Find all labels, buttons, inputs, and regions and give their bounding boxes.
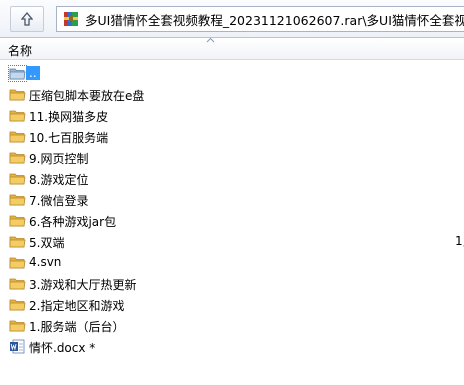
item-name: 9.网页控制 — [29, 152, 89, 166]
folder-row[interactable]: 11.换网猫多皮 — [0, 105, 464, 126]
folder-row[interactable]: 压缩包脚本要放在e盘 — [0, 84, 464, 105]
rar-archive-icon — [64, 12, 78, 26]
up-button[interactable] — [10, 6, 44, 32]
folder-icon — [9, 234, 26, 249]
folder-row[interactable]: 10.七百服务端 — [0, 126, 464, 147]
folder-icon — [9, 192, 26, 207]
archive-path: 多UI猎情怀全套视频教程_20231121062607.rar\多UI猫情怀全套… — [85, 12, 464, 28]
item-name: 4.svn — [29, 255, 62, 269]
address-bar[interactable]: 多UI猎情怀全套视频教程_20231121062607.rar\多UI猫情怀全套… — [56, 6, 464, 32]
column-name-header[interactable]: 名称 — [8, 42, 32, 59]
item-name: 5.双端 — [29, 236, 65, 250]
sort-up-icon — [206, 37, 215, 43]
toolbar: 多UI猎情怀全套视频教程_20231121062607.rar\多UI猫情怀全套… — [0, 0, 464, 38]
item-name: 2.指定地区和游戏 — [29, 299, 125, 313]
folder-row[interactable]: 4.svn — [0, 252, 464, 273]
item-name: 11.换网猫多皮 — [29, 110, 109, 124]
item-name: 1.服务端（后台） — [29, 320, 125, 334]
item-name: 压缩包脚本要放在e盘 — [29, 89, 145, 103]
folder-row[interactable]: 1.服务端（后台） — [0, 315, 464, 336]
folder-row[interactable]: 3.游戏和大厅热更新 — [0, 273, 464, 294]
folder-icon — [9, 276, 26, 291]
folder-row[interactable]: .. — [0, 63, 464, 84]
folder-row[interactable]: 2.指定地区和游戏 — [0, 294, 464, 315]
folder-row[interactable]: 7.微信登录 — [0, 189, 464, 210]
folder-icon — [9, 129, 26, 144]
file-row[interactable]: 情怀.docx * — [0, 336, 464, 357]
item-name: 情怀.docx * — [29, 341, 96, 355]
item-extra-info: 1, — [455, 234, 464, 248]
folder-icon — [9, 318, 26, 333]
folder-icon — [9, 255, 26, 270]
parent-folder-icon — [8, 65, 27, 82]
item-name: 6.各种游戏jar包 — [29, 215, 117, 229]
folder-icon — [9, 297, 26, 312]
folder-row[interactable]: 5.双端 1, — [0, 231, 464, 252]
folder-icon — [9, 87, 26, 102]
item-name: 3.游戏和大厅热更新 — [29, 278, 137, 292]
folder-row[interactable]: 9.网页控制 — [0, 147, 464, 168]
folder-row[interactable]: 6.各种游戏jar包 — [0, 210, 464, 231]
item-name: .. — [26, 66, 40, 80]
column-header: 名称 — [0, 37, 464, 60]
folder-icon — [9, 150, 26, 165]
arrow-up-icon — [21, 12, 33, 26]
folder-icon — [9, 213, 26, 228]
folder-row[interactable]: 8.游戏定位 — [0, 168, 464, 189]
folder-icon — [9, 108, 26, 123]
item-name: 8.游戏定位 — [29, 173, 89, 187]
word-document-icon — [9, 339, 26, 354]
item-name: 7.微信登录 — [29, 194, 89, 208]
folder-icon — [9, 171, 26, 186]
item-name: 10.七百服务端 — [29, 131, 109, 145]
